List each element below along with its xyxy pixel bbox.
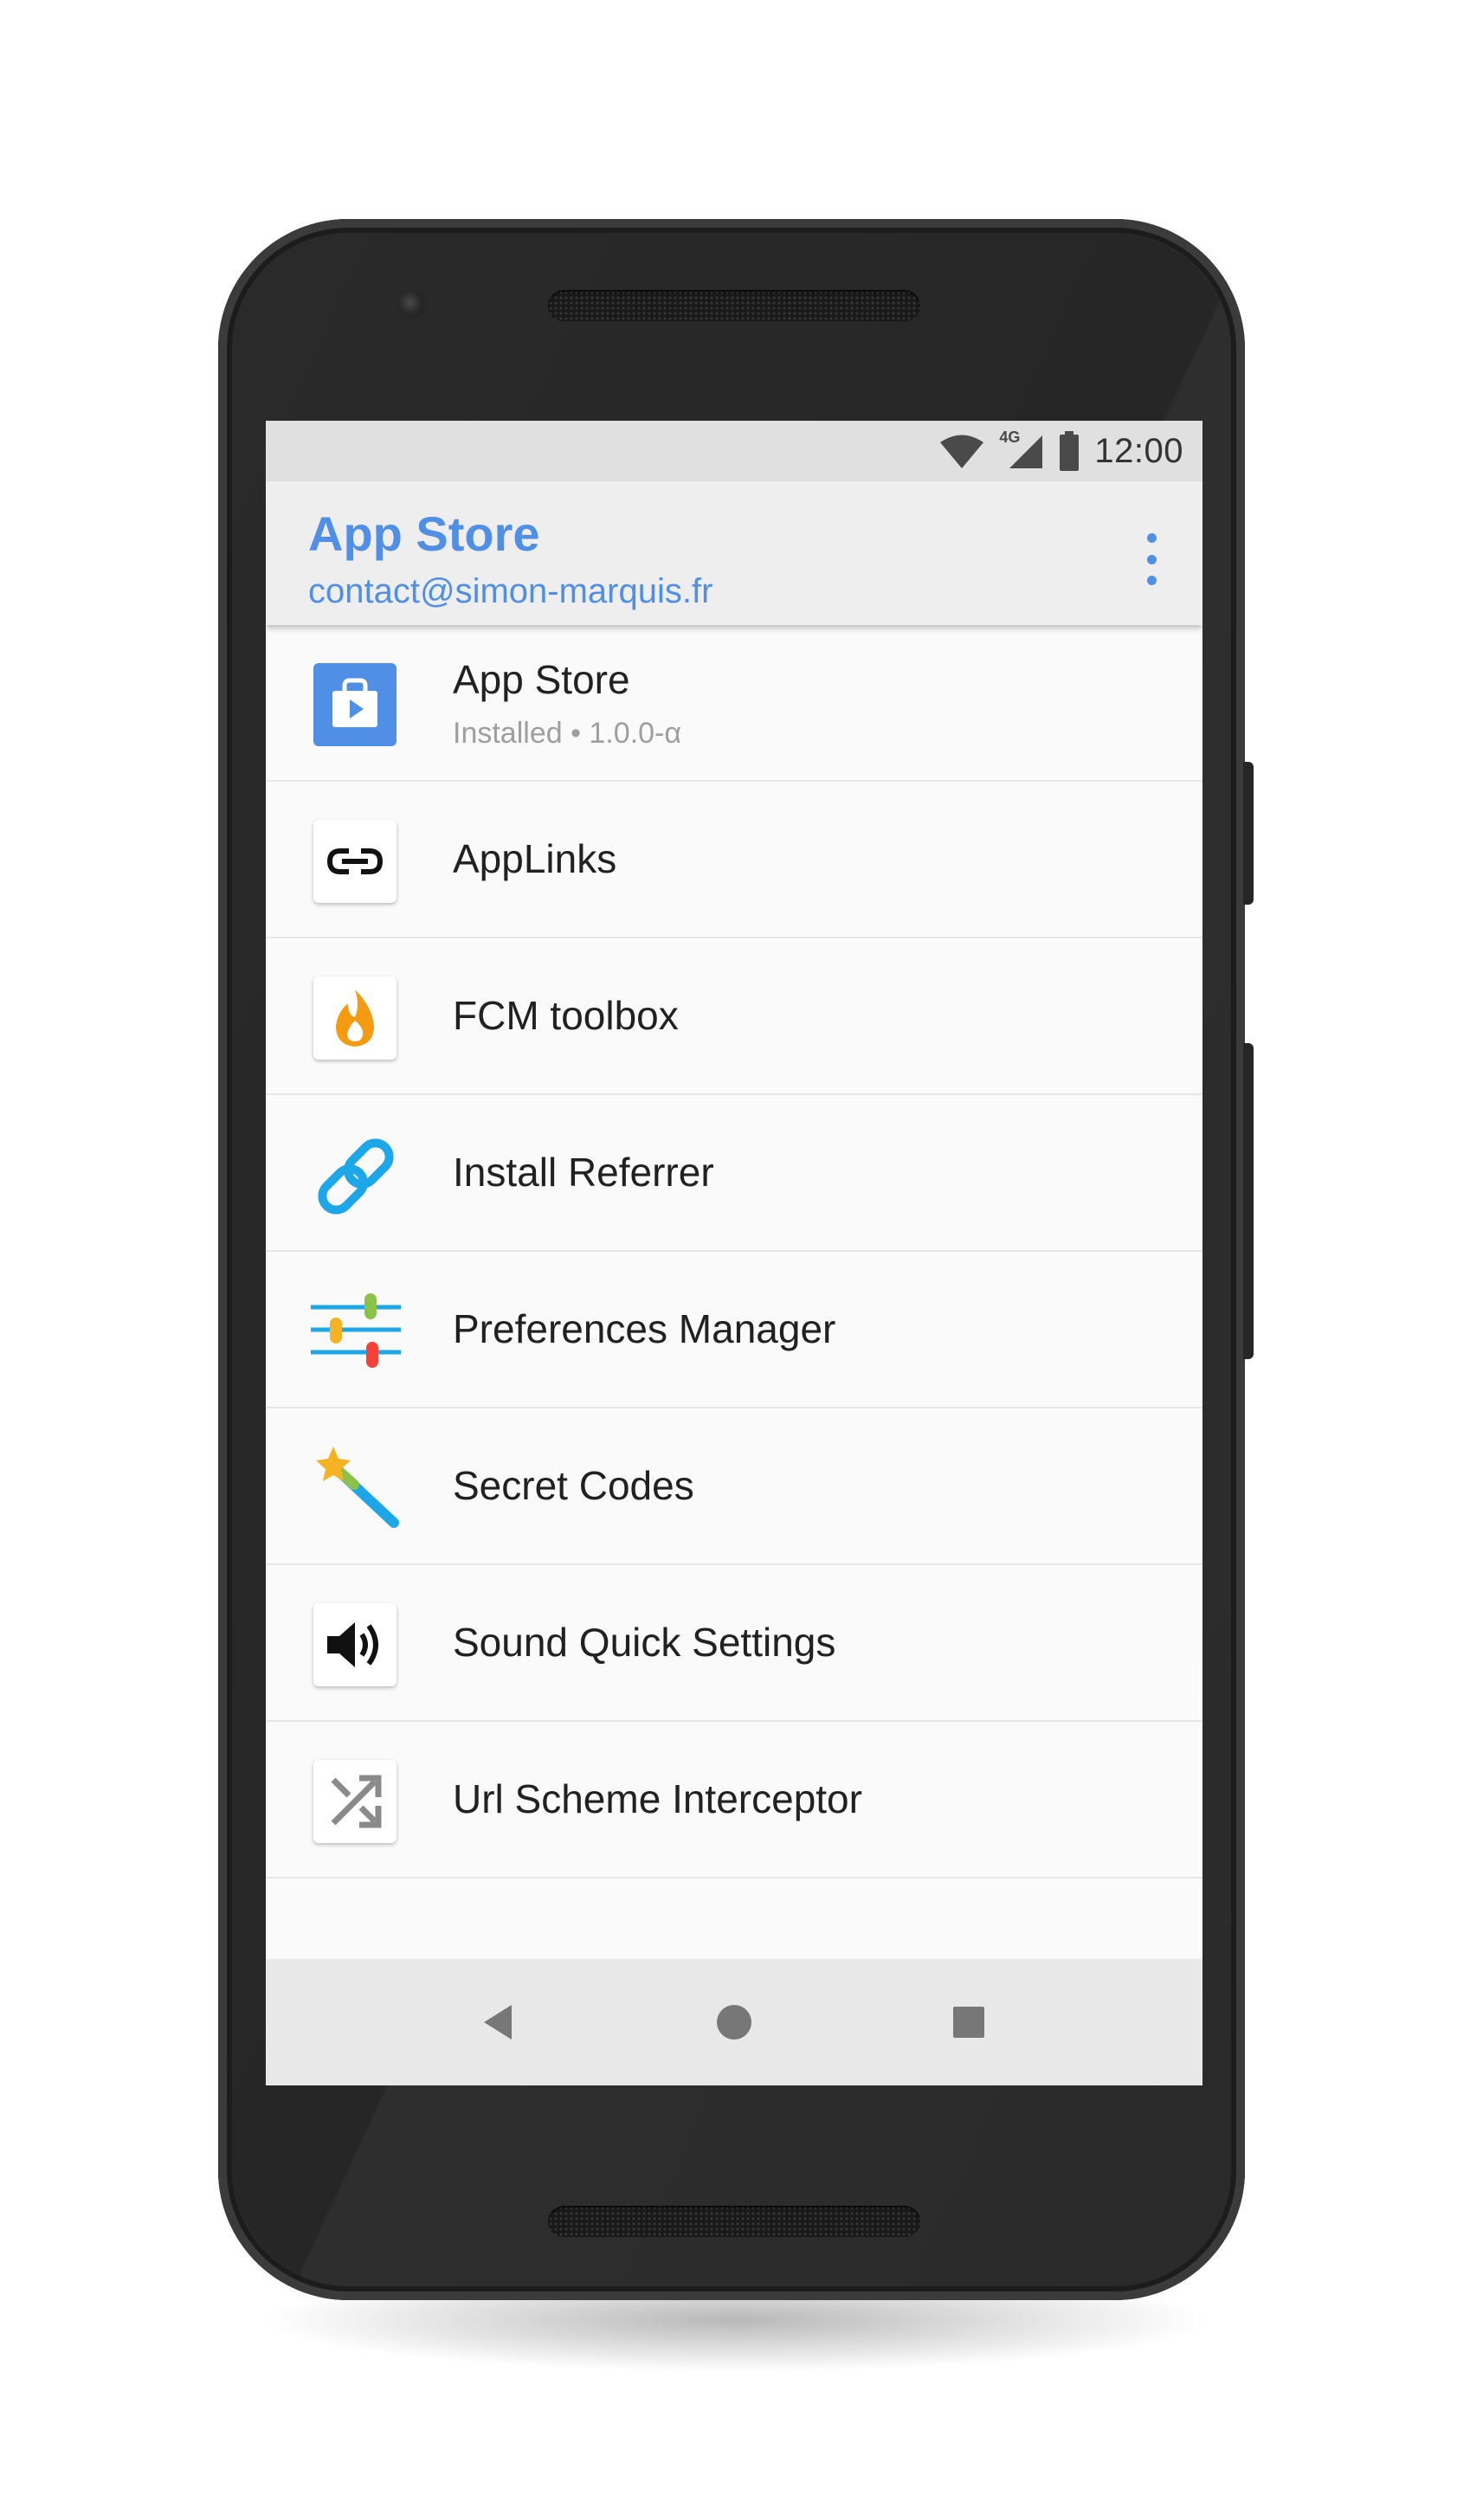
app-name: Url Scheme Interceptor <box>453 1776 862 1821</box>
app-item-secret-codes[interactable]: Secret Codes <box>266 1408 1202 1565</box>
clock: 12:00 <box>1094 431 1183 470</box>
status-bar: 4G 12:00 <box>266 421 1202 481</box>
navigation-bar <box>266 1959 1202 2085</box>
battery-icon <box>1060 431 1080 471</box>
flame-icon <box>313 976 397 1060</box>
volume-button <box>1243 1043 1254 1359</box>
app-name: App Store <box>453 657 630 702</box>
front-camera <box>397 289 426 319</box>
power-button <box>1243 762 1254 905</box>
app-name: Secret Codes <box>453 1463 694 1508</box>
app-item-app-store[interactable]: App Store Installed • 1.0.0-α <box>266 625 1202 782</box>
app-list: App Store Installed • 1.0.0-α AppLinks F… <box>266 625 1202 1879</box>
wifi-icon <box>940 435 984 468</box>
sliders-icon <box>309 1285 403 1378</box>
app-store-icon <box>313 663 397 746</box>
top-speaker-grille <box>548 290 920 321</box>
cellular-icon <box>1009 435 1043 468</box>
bottom-speaker-grille <box>548 2206 920 2237</box>
menu-dot <box>1146 576 1157 585</box>
app-name: FCM toolbox <box>453 993 679 1038</box>
app-item-applinks[interactable]: AppLinks <box>266 782 1202 938</box>
app-name: Sound Quick Settings <box>453 1620 836 1665</box>
cellular-signal: 4G <box>999 429 1044 470</box>
app-item-fcm-toolbox[interactable]: FCM toolbox <box>266 938 1202 1095</box>
home-circle-icon[interactable] <box>708 1996 760 2048</box>
app-bar: App Store contact@simon-marquis.fr <box>266 481 1202 625</box>
app-subtitle[interactable]: contact@simon-marquis.fr <box>308 572 712 611</box>
app-name: AppLinks <box>453 836 617 881</box>
app-item-preferences-manager[interactable]: Preferences Manager <box>266 1252 1202 1408</box>
app-item-install-referrer[interactable]: Install Referrer <box>266 1095 1202 1252</box>
magic-wand-icon <box>311 1443 401 1533</box>
app-name: Preferences Manager <box>453 1306 836 1351</box>
app-install-status: Installed • 1.0.0-α <box>453 717 682 750</box>
screen: 4G 12:00 App Store contact@simon-marquis… <box>266 421 1202 2085</box>
back-triangle-icon[interactable] <box>472 1996 524 2048</box>
menu-dot <box>1146 533 1157 543</box>
status-icons: 4G 12:00 <box>938 429 1183 471</box>
recents-square-icon[interactable] <box>943 1996 995 2048</box>
shuffle-icon <box>313 1760 397 1843</box>
app-name: Install Referrer <box>453 1150 714 1195</box>
volume-icon <box>313 1603 397 1686</box>
app-item-url-scheme-interceptor[interactable]: Url Scheme Interceptor <box>266 1722 1202 1879</box>
more-vert-icon[interactable] <box>1138 533 1164 585</box>
app-title: App Store <box>308 506 540 561</box>
link-icon <box>313 820 397 903</box>
app-item-sound-quick-settings[interactable]: Sound Quick Settings <box>266 1565 1202 1722</box>
chain-link-icon <box>309 1130 403 1223</box>
menu-dot <box>1146 554 1157 564</box>
